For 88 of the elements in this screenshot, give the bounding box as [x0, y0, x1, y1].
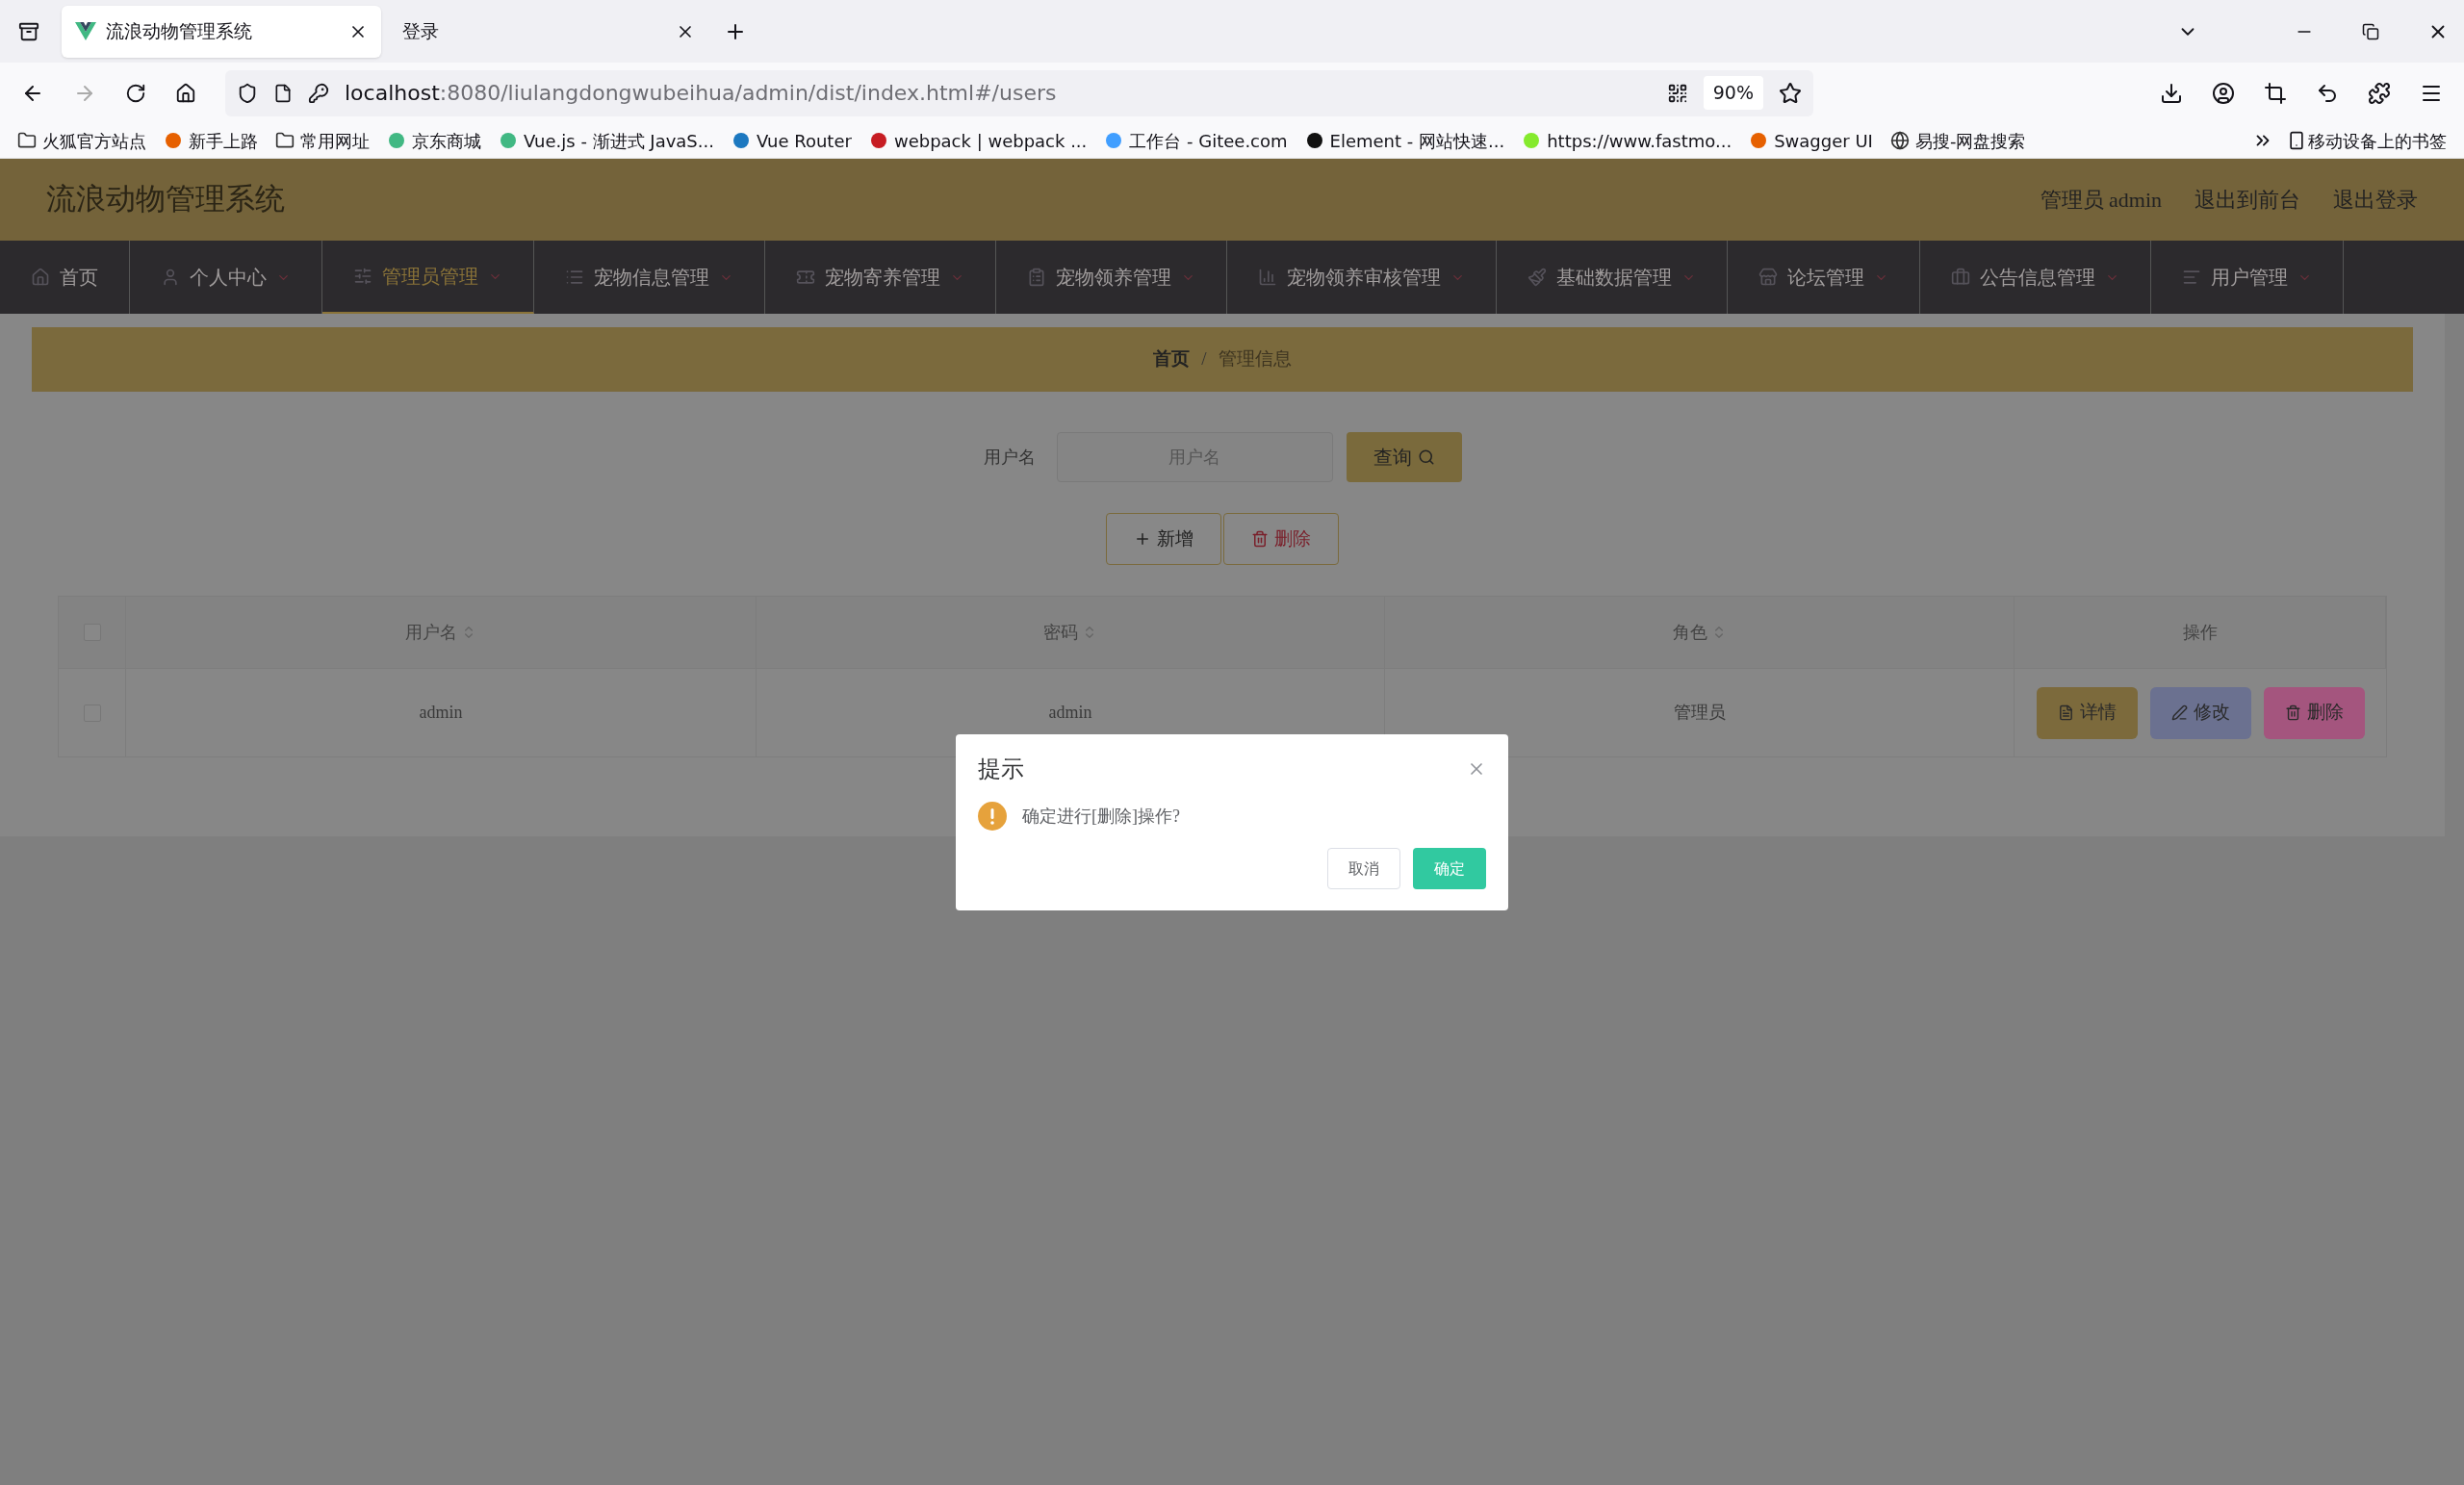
plus-icon	[1134, 530, 1151, 548]
key-icon[interactable]	[308, 82, 329, 104]
page-icon[interactable]	[273, 83, 293, 103]
restore-icon[interactable]	[2362, 22, 2379, 40]
table-cell-text: admin	[419, 702, 463, 724]
account-icon[interactable]	[2212, 81, 2235, 105]
address-bar[interactable]: localhost:8080/liulangdongwubeihua/admin/dist/index.html#/users 90%	[225, 69, 1813, 116]
phone-icon	[2287, 131, 2306, 150]
v-logo-icon	[75, 21, 96, 41]
bookmark[interactable]: Vue.js - 渐进式 JavaS...	[499, 127, 714, 154]
search-label: 用户名	[983, 446, 1036, 469]
tab-list-icon[interactable]	[18, 20, 39, 42]
url-text: localhost:8080/liulangdongwubeihua/admin/dist/index.html#/users	[345, 80, 1057, 107]
bar-chart-icon	[1258, 268, 1277, 287]
puzzle-icon[interactable]	[2368, 81, 2391, 105]
delete-button[interactable]: 删除	[2263, 686, 2365, 739]
warning-icon	[978, 802, 1007, 831]
app-title: 流浪动物管理系统	[46, 181, 285, 218]
bookmark[interactable]: 常用网址	[275, 127, 370, 154]
tab-title: 流浪动物管理系统	[106, 19, 253, 44]
list-icon	[565, 268, 584, 287]
zoom-level[interactable]: 90%	[1703, 76, 1763, 110]
document-icon	[2057, 704, 2074, 721]
breadcrumb-separator: /	[1201, 347, 1207, 371]
ticket-icon	[796, 268, 815, 287]
home-icon	[31, 268, 50, 287]
site-icon	[731, 131, 751, 150]
tab-title: 登录	[402, 19, 440, 44]
bookmark[interactable]: Vue Router	[731, 127, 852, 154]
reload-icon[interactable]	[125, 82, 146, 104]
site-icon	[868, 131, 888, 150]
column-header[interactable]: 角色	[1672, 619, 1707, 646]
edit-button[interactable]: 修改	[2149, 686, 2251, 739]
table-cell-text: 管理员	[1673, 702, 1726, 724]
search-icon	[1417, 448, 1435, 466]
trash-icon	[1251, 530, 1269, 548]
cancel-button[interactable]: 取消	[1327, 848, 1400, 889]
site-icon	[499, 131, 518, 150]
breadcrumb-item[interactable]: 首页	[1153, 346, 1191, 373]
sliders-icon	[353, 267, 372, 286]
trash-icon	[2284, 704, 2301, 721]
mobile-bookmarks[interactable]: 移动设备上的书签	[2287, 127, 2447, 154]
column-header[interactable]: 密码	[1043, 619, 1078, 646]
site-icon	[1522, 131, 1542, 150]
site-icon	[1304, 131, 1324, 150]
shield-icon[interactable]	[237, 82, 258, 104]
bookmark[interactable]: webpack | webpack ...	[868, 127, 1088, 154]
header-link[interactable]: 退出登录	[2333, 184, 2418, 216]
bookmark[interactable]: 工作台 - Gitee.com	[1104, 127, 1288, 154]
folder-icon	[275, 131, 295, 150]
crop-icon[interactable]	[2264, 81, 2287, 105]
bookmark[interactable]: 易搜-网盘搜索	[1889, 127, 2026, 154]
pen-icon	[2170, 704, 2188, 721]
dialog-title: 提示	[978, 755, 1024, 783]
site-icon	[387, 131, 406, 150]
briefcase-icon	[1951, 268, 1970, 287]
bookmark[interactable]: https://www.fastmo...	[1522, 127, 1732, 154]
dialog-message: 确定进行[删除]操作?	[1022, 805, 1180, 828]
site-icon	[1104, 131, 1124, 150]
bookmark[interactable]: Element - 网站快速...	[1304, 127, 1505, 154]
header-link[interactable]: 管理员 admin	[2040, 184, 2162, 216]
add-button[interactable]: 新增	[1106, 513, 1221, 565]
globe-icon	[1889, 131, 1910, 150]
clipboard-icon	[1027, 268, 1046, 287]
table-cell-text: admin	[1048, 702, 1092, 724]
browser-tab[interactable]: 流浪动物管理系统	[62, 5, 381, 58]
site-icon	[164, 131, 183, 150]
qr-code-icon[interactable]	[1666, 82, 1688, 104]
header-link[interactable]: 退出到前台	[2194, 184, 2300, 216]
breadcrumb-item: 管理信息	[1218, 347, 1292, 371]
column-header: 操作	[2182, 621, 2218, 644]
site-icon	[1749, 131, 1769, 150]
bookmark[interactable]: 京东商城	[387, 127, 481, 154]
store-icon	[1758, 268, 1778, 287]
bookmark[interactable]: 火狐官方站点	[17, 127, 146, 154]
detail-button[interactable]: 详情	[2036, 686, 2138, 739]
home-icon[interactable]	[175, 82, 196, 104]
bookmark[interactable]: Swagger UI	[1749, 127, 1873, 154]
search-button[interactable]: 查询	[1346, 432, 1462, 482]
download-icon[interactable]	[2160, 81, 2183, 105]
browser-tab[interactable]: 登录	[389, 5, 708, 58]
user-icon	[161, 268, 180, 287]
delete-button[interactable]: 删除	[1223, 513, 1339, 565]
bookmark[interactable]: 新手上路	[164, 127, 258, 154]
folder-icon	[17, 131, 37, 150]
star-icon[interactable]	[1779, 81, 1802, 105]
brush-icon	[1527, 268, 1547, 287]
lines-icon	[2182, 268, 2201, 287]
